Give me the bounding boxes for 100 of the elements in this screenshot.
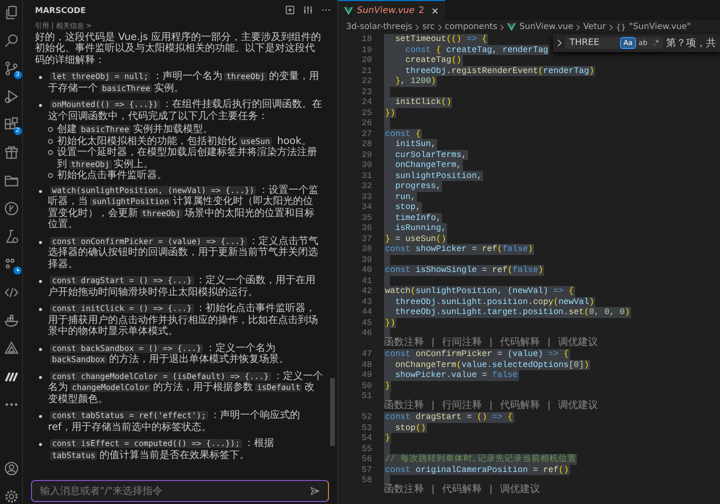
line-number: 23 — [360, 86, 373, 97]
message-box[interactable]: 输入消息或者"/"来选择指令 — [31, 480, 329, 502]
bullet-dot — [39, 348, 42, 350]
sliders-icon[interactable] — [303, 5, 313, 15]
chevron-icon — [608, 24, 613, 30]
list-item-text: onMounted(() => {...}) ：在组件挂载后执行的回调函数。在这个回调函数中，代码完成了以下几个主要任务： — [48, 99, 323, 122]
triangle-icon[interactable] — [4, 341, 18, 356]
line-number: 54 — [360, 433, 373, 444]
code-lens[interactable]: 函数注释 | 行间注释 | 代码解释 | 调优建议 — [384, 338, 598, 349]
line-number: 27 — [360, 128, 373, 139]
bullet-dot — [39, 76, 42, 79]
ship-icon[interactable] — [4, 313, 18, 328]
send-icon[interactable] — [310, 486, 320, 496]
line-number: 38 — [360, 244, 373, 254]
chevron-icon — [415, 24, 420, 30]
list-item-text: 初始化太阳模拟相关的功能，包括初始化 useSun hook。 — [57, 136, 312, 146]
close-icon[interactable] — [431, 6, 440, 14]
line-number: 33 — [360, 192, 373, 202]
line-number: 35 — [360, 212, 373, 223]
line-number: 22 — [360, 76, 373, 86]
message-input[interactable]: 输入消息或者"/"来选择指令 — [40, 486, 310, 496]
extensions-icon[interactable] — [4, 117, 18, 132]
list-item-text: 初始化点击事件监听器。 — [57, 170, 167, 182]
list-item-text: const changeModelColor = (isDefault) => {...} ：定义一个名为 changeModelColor 的方法，用于根据参数 isDefault 改变模型颜色。 — [48, 370, 323, 405]
bullet-dot — [39, 443, 42, 446]
line-number: 45 — [360, 318, 373, 328]
bullet-dot — [39, 280, 42, 283]
code-lens[interactable]: 函数注释 | 代码解释 | 调优建议 — [384, 486, 540, 496]
box-icon[interactable] — [4, 145, 18, 160]
line-number: 47 — [360, 349, 373, 360]
breadcrumb-item[interactable]: components — [444, 22, 498, 32]
line-number: 56 — [360, 454, 373, 464]
find-input[interactable]: THREE — [567, 38, 620, 48]
problem-count: 2 — [418, 6, 424, 16]
code-lens[interactable]: 函数注释 | 行间注释 | 代码解释 | 调优建议 — [384, 402, 598, 412]
line-number: 36 — [360, 223, 373, 234]
account-icon[interactable] — [4, 461, 18, 476]
breadcrumb-item[interactable]: Vetur — [583, 22, 606, 32]
line-number: 51 — [360, 391, 373, 402]
vue-file-icon — [507, 23, 516, 31]
line-number: 18 — [360, 34, 373, 44]
list-item-text: const isEffect = computed(() => {...}); ：根据 tabStatus 的值计算当前是否在效果标签下。 — [49, 438, 275, 461]
line-number: 34 — [360, 202, 373, 212]
line-number: 49 — [360, 370, 373, 380]
search-icon[interactable] — [4, 33, 18, 48]
run-debug-icon[interactable] — [4, 89, 18, 104]
line-number: 53 — [360, 422, 373, 433]
line-number: 57 — [360, 464, 373, 475]
tab-title: SunView.vue — [357, 6, 415, 16]
scrollbar-thumb[interactable] — [330, 378, 335, 446]
bullet-circle — [48, 150, 53, 155]
line-number: 29 — [360, 150, 373, 160]
vue-file-icon — [344, 6, 353, 14]
line-number: 43 — [360, 296, 373, 307]
list-item-text: const tabStatus = ref('effect'); ：声明一个响应式的ref，用于存储当前选中的标签状态。 — [48, 410, 302, 433]
folder-icon[interactable] — [4, 173, 18, 188]
code-icon[interactable] — [4, 285, 18, 300]
list-item-text: const onConfirmPicker = (value) => {...} ：定义点击节气选择器的确认按钮时的回调函数，用于更新当前节气并关闭选择器。 — [48, 236, 320, 270]
line-number: 21 — [360, 66, 373, 76]
settings-icon[interactable] — [4, 489, 18, 504]
bullet-circle — [48, 138, 53, 144]
line-number: 50 — [360, 380, 373, 391]
line-number: 31 — [360, 170, 373, 181]
line-number: 52 — [360, 412, 373, 422]
source-control-icon[interactable] — [4, 61, 18, 76]
bullet-dot — [39, 376, 42, 378]
breadcrumb-item[interactable]: SunView.vue — [519, 22, 574, 32]
breadcrumb-item[interactable]: src — [422, 22, 435, 32]
line-number: 19 — [360, 44, 373, 55]
chevron-icon — [438, 24, 442, 30]
line-number: 37 — [360, 234, 373, 244]
breadcrumb-item[interactable]: "SunView.vue" — [629, 22, 691, 32]
line-number: 55 — [360, 444, 373, 454]
line-number: 58 — [360, 475, 373, 486]
line-number: 26 — [360, 118, 373, 128]
line-number: 41 — [360, 276, 373, 286]
braces-glyph: {} — [616, 22, 626, 32]
line-number: 46 — [360, 328, 373, 338]
list-item-text: const dragStart = () => {...} ：定义一个函数，用于在用户开始拖动时间轴滑块时停止太阳模拟的运行。 — [48, 275, 317, 298]
breadcrumb-item[interactable]: 3d-solar-threejs — [346, 22, 412, 32]
branch-circle-icon[interactable] — [4, 201, 18, 216]
list-item-text: const initClick = () => {...} ：初始化点击事件监听器，用于捕获用户的点击动作并执行相应的操作，比如在点击到场景中的物体时显示单体模式。 — [48, 303, 319, 338]
line-number: 24 — [360, 97, 373, 108]
line-number: 42 — [360, 286, 373, 296]
bullet-dot — [39, 104, 42, 107]
chevron-icon — [500, 24, 504, 30]
new-chat-icon[interactable] — [285, 5, 295, 15]
line-number: 39 — [360, 254, 373, 265]
chevron-icon — [576, 24, 580, 30]
flask-icon[interactable] — [4, 229, 18, 244]
line-number: 48 — [360, 360, 373, 370]
list-item-text: 创建 basicThree 实例并加载模型。 — [57, 124, 214, 136]
bullet-dot — [39, 415, 42, 418]
panel-title: MARSCODE — [35, 6, 87, 14]
files-icon[interactable] — [4, 5, 18, 20]
line-number: 28 — [360, 139, 373, 150]
list-item-text: let threeObj = null; ：声明一个名为 threeObj 的变量，用于存储一个 basicThree 实例。 — [48, 71, 320, 94]
chevron-icon[interactable] — [557, 39, 562, 47]
editor-tab[interactable]: SunView.vue 2 — [338, 0, 446, 20]
line-number: 30 — [360, 160, 373, 170]
